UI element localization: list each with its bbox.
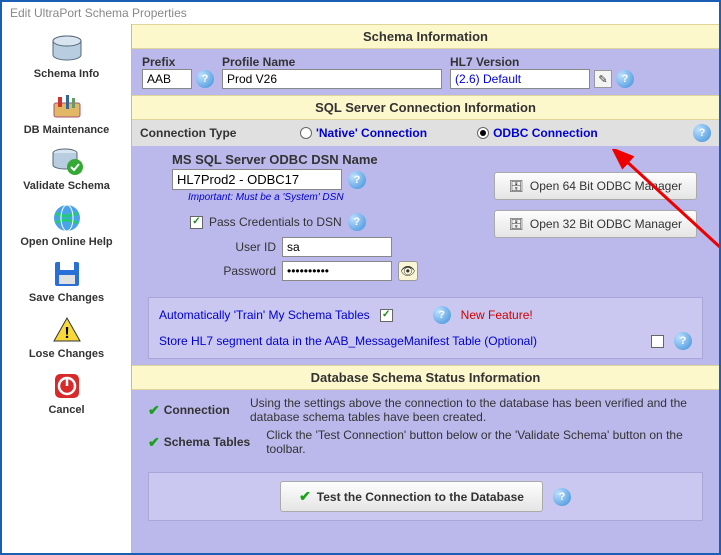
section-header-db-status: Database Schema Status Information	[132, 365, 719, 390]
status-schema-label: Schema Tables	[164, 435, 250, 449]
help-icon[interactable]: ?	[348, 213, 366, 231]
pass-credentials-label: Pass Credentials to DSN	[209, 215, 342, 229]
tools-icon	[49, 88, 85, 124]
sidebar-label: Lose Changes	[2, 348, 131, 360]
odbc-icon: 🗄	[509, 179, 524, 193]
sidebar-label: Save Changes	[2, 292, 131, 304]
profile-label: Profile Name	[222, 55, 442, 69]
radio-odbc-connection[interactable]: ODBC Connection	[477, 126, 598, 140]
dsn-heading: MS SQL Server ODBC DSN Name	[172, 152, 474, 167]
sidebar-label: Schema Info	[2, 68, 131, 80]
train-tables-label: Automatically 'Train' My Schema Tables	[159, 308, 370, 322]
help-icon[interactable]: ?	[674, 332, 692, 350]
help-icon[interactable]: ?	[196, 70, 214, 88]
radio-circle	[300, 127, 312, 139]
open-64bit-odbc-button[interactable]: 🗄 Open 64 Bit ODBC Manager	[494, 172, 697, 200]
dsn-input[interactable]	[172, 169, 342, 190]
section-header-sql-conn: SQL Server Connection Information	[132, 95, 719, 120]
radio-circle-selected	[477, 127, 489, 139]
test-connection-button[interactable]: ✔ Test the Connection to the Database	[280, 481, 543, 512]
profile-input[interactable]	[222, 69, 442, 89]
open-32bit-odbc-button[interactable]: 🗄 Open 32 Bit ODBC Manager	[494, 210, 697, 238]
sidebar-label: Validate Schema	[2, 180, 131, 192]
help-icon[interactable]: ?	[433, 306, 451, 324]
sidebar-item-online-help[interactable]: Open Online Help	[2, 198, 131, 254]
save-icon	[49, 256, 85, 292]
globe-icon	[49, 200, 85, 236]
window-title: Edit UltraPort Schema Properties	[2, 2, 719, 24]
status-connection-text: Using the settings above the connection …	[250, 396, 703, 424]
password-input[interactable]	[282, 261, 392, 281]
check-icon: ✔	[148, 402, 160, 419]
sidebar-item-cancel[interactable]: Cancel	[2, 366, 131, 422]
prefix-label: Prefix	[142, 55, 214, 69]
help-icon[interactable]: ?	[693, 124, 711, 142]
sidebar-label: DB Maintenance	[2, 124, 131, 136]
help-icon[interactable]: ?	[616, 70, 634, 88]
new-feature-label: New Feature!	[461, 308, 533, 322]
button-label: Open 32 Bit ODBC Manager	[530, 217, 682, 231]
radio-label: 'Native' Connection	[316, 126, 427, 140]
svg-text:!: !	[64, 325, 69, 342]
button-label: Test the Connection to the Database	[317, 490, 524, 504]
status-connection-label: Connection	[164, 403, 230, 417]
sidebar-item-lose-changes[interactable]: ! Lose Changes	[2, 310, 131, 366]
reveal-password-icon[interactable]: 👁	[398, 261, 418, 281]
database-check-icon	[49, 144, 85, 180]
password-label: Password	[212, 264, 276, 278]
sidebar-item-schema-info[interactable]: Schema Info	[2, 30, 131, 86]
radio-label: ODBC Connection	[493, 126, 598, 140]
database-icon	[49, 32, 85, 68]
pass-credentials-checkbox[interactable]	[190, 216, 203, 229]
user-id-label: User ID	[212, 240, 276, 254]
store-hl7-label: Store HL7 segment data in the AAB_Messag…	[159, 334, 537, 348]
sidebar-label: Open Online Help	[2, 236, 131, 248]
sidebar-item-save-changes[interactable]: Save Changes	[2, 254, 131, 310]
sidebar: Schema Info DB Maintenance Validate Sche…	[2, 24, 132, 553]
connection-type-label: Connection Type	[140, 126, 260, 140]
dsn-note: Important: Must be a 'System' DSN	[188, 192, 474, 203]
power-icon	[49, 368, 85, 404]
check-icon: ✔	[299, 488, 311, 505]
odbc-icon: 🗄	[509, 217, 524, 231]
hl7-version-field[interactable]	[450, 69, 590, 89]
prefix-input[interactable]	[142, 69, 192, 89]
section-header-schema-info: Schema Information	[132, 24, 719, 49]
warning-icon: !	[49, 312, 85, 348]
status-schema-text: Click the 'Test Connection' button below…	[266, 428, 703, 456]
hl7-label: HL7 Version	[450, 55, 634, 69]
sidebar-item-validate-schema[interactable]: Validate Schema	[2, 142, 131, 198]
help-icon[interactable]: ?	[348, 171, 366, 189]
button-label: Open 64 Bit ODBC Manager	[530, 179, 682, 193]
radio-native-connection[interactable]: 'Native' Connection	[300, 126, 427, 140]
train-tables-checkbox[interactable]	[380, 309, 393, 322]
user-id-input[interactable]	[282, 237, 392, 257]
sidebar-item-db-maintenance[interactable]: DB Maintenance	[2, 86, 131, 142]
edit-icon[interactable]: ✎	[594, 70, 612, 88]
check-icon: ✔	[148, 434, 160, 451]
help-icon[interactable]: ?	[553, 488, 571, 506]
store-hl7-checkbox[interactable]	[651, 335, 664, 348]
sidebar-label: Cancel	[2, 404, 131, 416]
main-panel: Schema Information Prefix ? Profile Name	[132, 24, 719, 553]
